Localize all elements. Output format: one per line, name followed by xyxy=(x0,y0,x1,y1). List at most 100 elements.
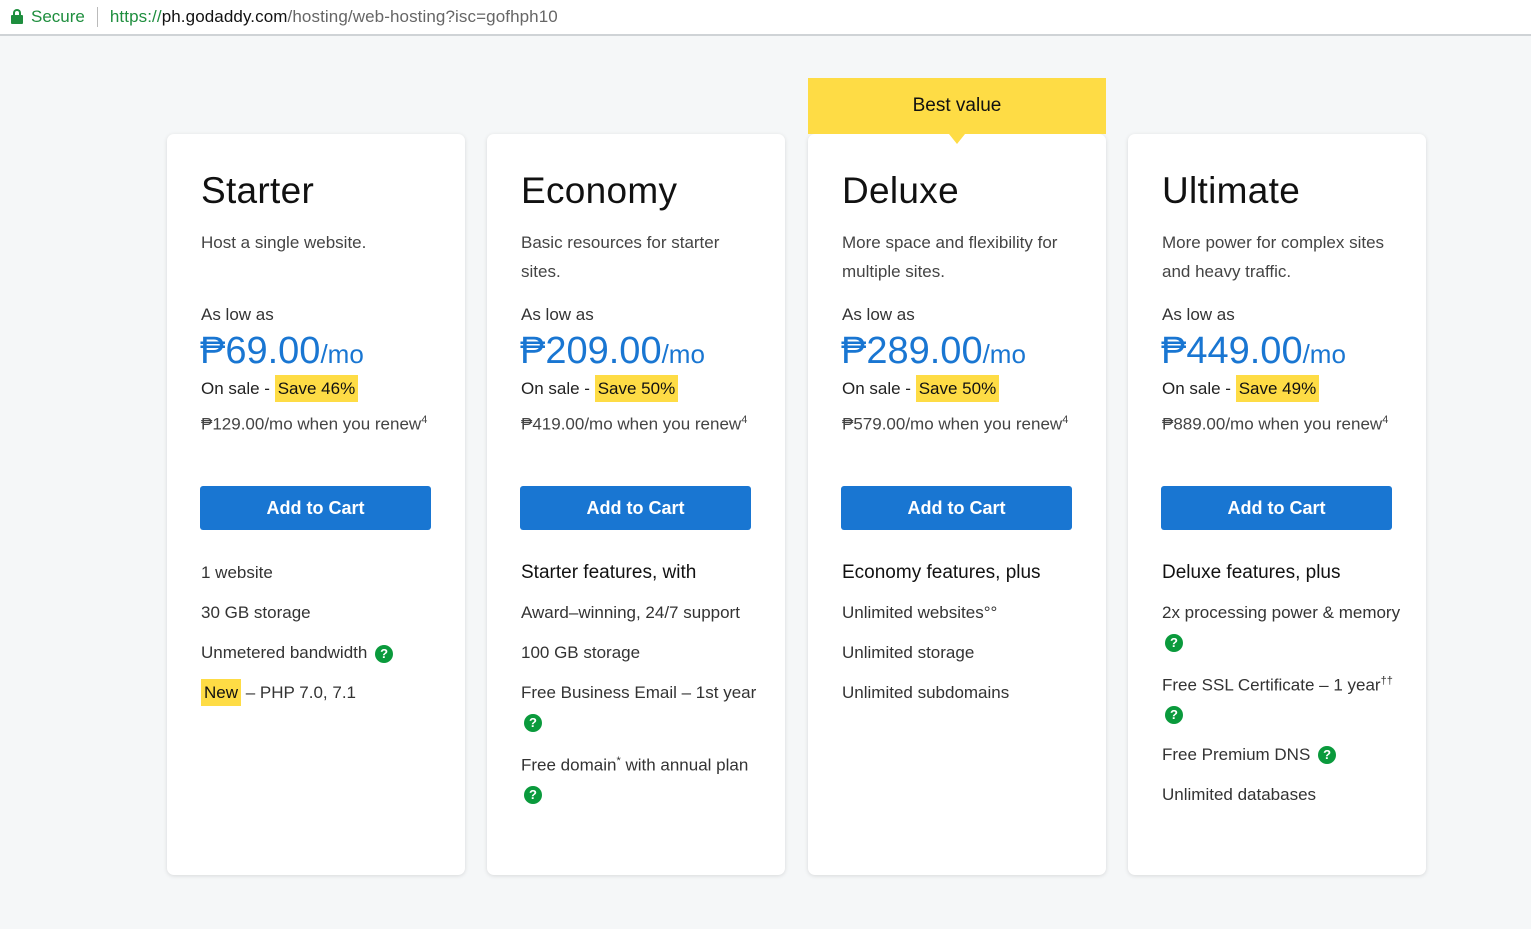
sale-line: On sale - Save 49% xyxy=(1162,374,1320,404)
feature-item: New – PHP 7.0, 7.1 xyxy=(201,678,441,707)
price-period: /mo xyxy=(661,339,705,369)
feature-heading: Economy features, plus xyxy=(842,562,1041,583)
address-separator xyxy=(96,7,98,27)
feature-text: Free domain xyxy=(521,755,617,775)
feature-item: 30 GB storage xyxy=(201,603,311,622)
feature-text: Free Business Email – 1st year xyxy=(521,683,757,702)
banner-pointer xyxy=(949,134,965,144)
feature-text: 2x processing power & memory xyxy=(1162,603,1401,622)
feature-heading: Deluxe features, plus xyxy=(1162,562,1341,583)
plan-card-ultimate: Ultimate More power for complex sites an… xyxy=(1128,134,1426,875)
lock-icon xyxy=(11,9,23,25)
plan-price: ₱289.00/mo xyxy=(841,330,1026,373)
feature-item: Free SSL Certificate – 1 year†† ? xyxy=(1162,667,1402,729)
feature-item: 100 GB storage xyxy=(521,643,641,662)
feature-text: – PHP 7.0, 7.1 xyxy=(241,683,356,702)
best-value-banner: Best value xyxy=(808,78,1106,144)
feature-item: Free Business Email – 1st year ? xyxy=(521,678,761,736)
add-to-cart-button[interactable]: Add to Cart xyxy=(841,486,1072,530)
feature-item: 2x processing power & memory ? xyxy=(1162,598,1402,656)
help-icon[interactable]: ? xyxy=(375,644,394,663)
on-sale-label: On sale - xyxy=(521,379,595,398)
feature-item: Unlimited storage xyxy=(842,643,975,662)
feature-item: Unlimited subdomains xyxy=(842,683,1010,702)
feature-item: Unmetered bandwidth ? xyxy=(201,638,441,667)
feature-text: Free Premium DNS xyxy=(1162,744,1311,764)
save-badge: Save 46% xyxy=(274,375,359,402)
as-low-as-label: As low as xyxy=(1162,305,1235,324)
feature-list: Economy features, plus Unlimited website… xyxy=(842,558,1082,718)
help-icon[interactable]: ? xyxy=(524,713,542,732)
help-icon[interactable]: ? xyxy=(1165,633,1183,652)
feature-heading: Starter features, with xyxy=(521,562,697,583)
new-badge: New xyxy=(201,679,242,706)
plan-card-economy: Economy Basic resources for starter site… xyxy=(487,134,785,875)
secure-label: Secure xyxy=(31,7,85,26)
price-amount: ₱449.00 xyxy=(1161,330,1303,372)
plan-description: More power for complex sites and heavy t… xyxy=(1162,233,1385,281)
price-amount: ₱289.00 xyxy=(841,330,983,372)
plan-description: Host a single website. xyxy=(201,233,367,252)
renew-text: ₱579.00/mo when you renew xyxy=(842,414,1063,434)
price-amount: ₱209.00 xyxy=(520,330,662,372)
url-path: /hosting/web-hosting?isc=gofhph10 xyxy=(287,7,558,26)
renew-text: ₱129.00/mo when you renew xyxy=(201,414,422,434)
footnote-marker: 4 xyxy=(421,414,428,426)
price-period: /mo xyxy=(982,339,1026,369)
feature-text: Unmetered bandwidth xyxy=(201,643,368,662)
on-sale-label: On sale - xyxy=(842,379,916,398)
footnote-marker: 4 xyxy=(1062,414,1069,426)
feature-text-cont: with annual plan xyxy=(620,755,749,775)
as-low-as-label: As low as xyxy=(842,305,915,324)
footnote-marker: 4 xyxy=(1382,414,1389,426)
on-sale-label: On sale - xyxy=(1162,379,1236,398)
sale-line: On sale - Save 46% xyxy=(201,374,359,404)
price-period: /mo xyxy=(320,339,364,369)
add-to-cart-button[interactable]: Add to Cart xyxy=(200,486,431,530)
url-scheme: https:// xyxy=(109,7,162,26)
help-icon[interactable]: ? xyxy=(524,786,542,805)
footnote-marker: †† xyxy=(1380,675,1393,687)
plan-description: More space and flexibility for multiple … xyxy=(842,233,1058,281)
as-low-as-label: As low as xyxy=(201,305,274,324)
url-host: ph.godaddy.com xyxy=(161,7,288,26)
feature-item: 1 website xyxy=(201,563,273,582)
help-icon[interactable]: ? xyxy=(1318,746,1337,765)
plan-price: ₱209.00/mo xyxy=(520,330,705,373)
footnote-marker: 4 xyxy=(741,414,748,426)
feature-text: Free SSL Certificate – 1 year xyxy=(1162,675,1381,695)
add-to-cart-button[interactable]: Add to Cart xyxy=(520,486,751,530)
sale-line: On sale - Save 50% xyxy=(842,374,1000,404)
renew-text: ₱419.00/mo when you renew xyxy=(521,414,742,434)
add-to-cart-button[interactable]: Add to Cart xyxy=(1161,486,1392,530)
renew-text: ₱889.00/mo when you renew xyxy=(1162,414,1383,434)
help-icon[interactable]: ? xyxy=(1165,706,1183,725)
plan-price: ₱69.00/mo xyxy=(200,330,364,373)
save-badge: Save 50% xyxy=(594,375,679,402)
best-value-label: Best value xyxy=(912,95,1002,116)
renew-price: ₱419.00/mo when you renew4 xyxy=(521,406,761,439)
renew-price: ₱579.00/mo when you renew4 xyxy=(842,406,1082,439)
feature-list: Starter features, with Award–winning, 24… xyxy=(521,558,761,820)
plan-card-deluxe: Deluxe More space and flexibility for mu… xyxy=(808,134,1106,875)
url-field[interactable]: https://ph.godaddy.com/hosting/web-hosti… xyxy=(110,7,558,27)
feature-item: Unlimited websites°° xyxy=(842,603,998,622)
plan-price: ₱449.00/mo xyxy=(1161,330,1346,373)
feature-item: Free Premium DNS ? xyxy=(1162,740,1402,769)
plan-title: Starter xyxy=(201,170,315,211)
plan-title: Deluxe xyxy=(842,170,959,211)
plan-title: Economy xyxy=(521,170,678,211)
renew-price: ₱889.00/mo when you renew4 xyxy=(1162,406,1402,439)
plan-card-starter: Starter Host a single website. As low as… xyxy=(167,134,465,875)
plan-title: Ultimate xyxy=(1162,170,1301,211)
as-low-as-label: As low as xyxy=(521,305,594,324)
plan-description: Basic resources for starter sites. xyxy=(521,233,720,281)
on-sale-label: On sale - xyxy=(201,379,275,398)
price-amount: ₱69.00 xyxy=(200,330,321,372)
feature-list: Deluxe features, plus 2x processing powe… xyxy=(1162,558,1402,820)
save-badge: Save 50% xyxy=(915,375,1000,402)
address-bar[interactable]: Secure https://ph.godaddy.com/hosting/we… xyxy=(0,0,1531,36)
renew-price: ₱129.00/mo when you renew4 xyxy=(201,406,441,439)
feature-item: Free domain* with annual plan ? xyxy=(521,747,761,809)
feature-item: Award–winning, 24/7 support xyxy=(521,603,740,622)
